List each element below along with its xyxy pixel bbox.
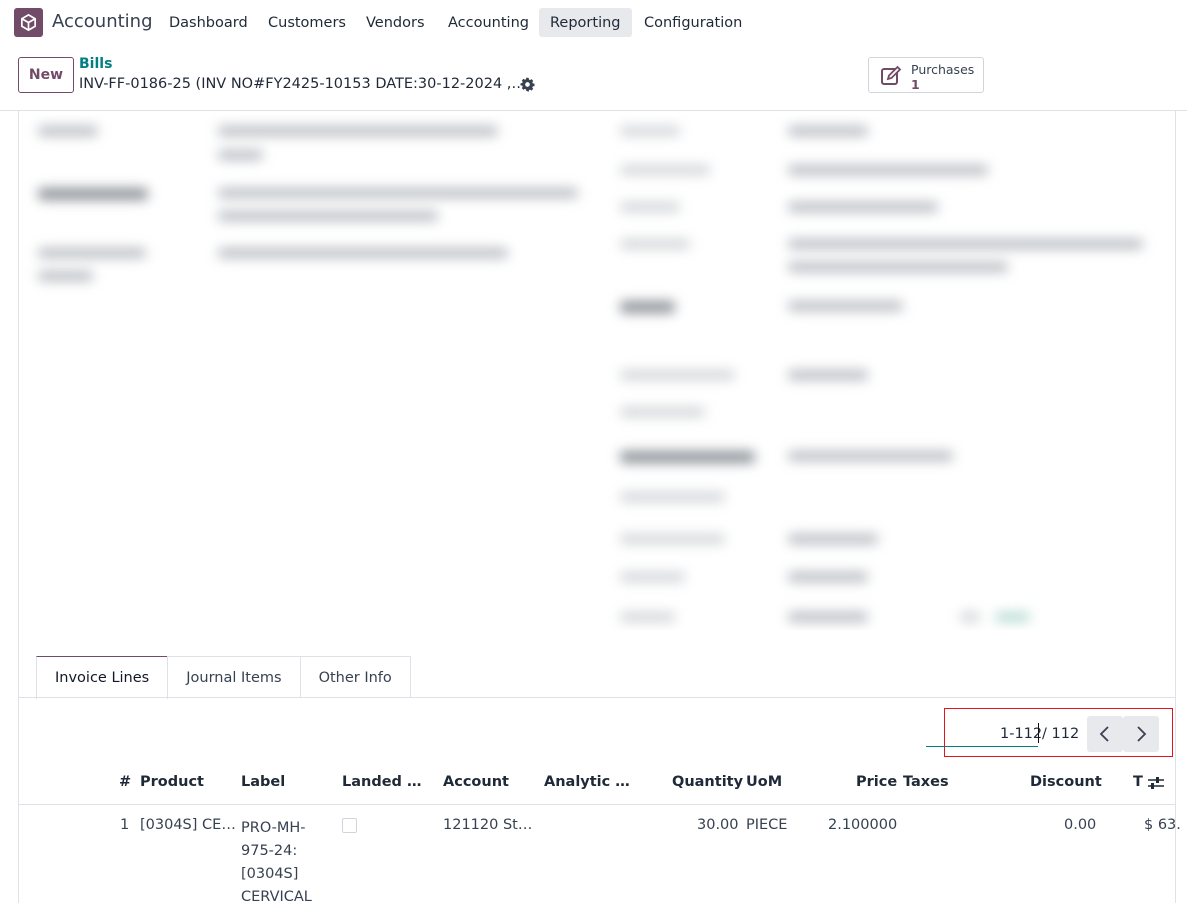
col-header-price[interactable]: Price <box>856 774 897 790</box>
gear-icon[interactable] <box>520 77 535 92</box>
col-header-discount[interactable]: Discount <box>1030 774 1102 790</box>
col-header-quantity[interactable]: Quantity <box>672 774 743 790</box>
label-line: PRO-MH- <box>241 820 306 836</box>
col-header-landed[interactable]: Landed … <box>342 774 422 790</box>
purchases-smart-button[interactable]: Purchases 1 <box>868 57 984 93</box>
landed-cost-checkbox[interactable] <box>342 818 357 833</box>
accounting-app-icon[interactable] <box>14 8 43 37</box>
menu-customers[interactable]: Customers <box>257 8 357 37</box>
col-header-label[interactable]: Label <box>241 774 285 790</box>
label-line: [0304S] <box>241 866 299 882</box>
table-header-divider <box>19 804 1175 805</box>
col-header-uom[interactable]: UoM <box>746 774 782 790</box>
col-header-taxes[interactable]: Taxes <box>903 774 949 790</box>
tabs-divider <box>19 697 1175 698</box>
redacted-form-fields <box>20 115 1174 630</box>
text-caret <box>1038 723 1039 743</box>
pager-next-button[interactable] <box>1123 716 1159 752</box>
tab-invoice-lines[interactable]: Invoice Lines <box>36 656 169 699</box>
smart-button-count: 1 <box>911 77 920 92</box>
cell-uom[interactable]: PIECE <box>746 817 787 833</box>
chevron-right-icon <box>1137 726 1147 742</box>
top-navbar: Accounting Dashboard Customers Vendors A… <box>0 0 1187 44</box>
optional-columns-icon[interactable] <box>1147 775 1165 791</box>
pager-previous-button[interactable] <box>1087 716 1123 752</box>
pager-total: / 112 <box>1042 726 1080 742</box>
app-name[interactable]: Accounting <box>52 11 153 32</box>
label-line: CERVICAL <box>241 889 312 905</box>
col-header-product[interactable]: Product <box>140 774 204 790</box>
cell-price[interactable]: 2.100000 <box>828 817 897 833</box>
menu-accounting[interactable]: Accounting <box>437 8 540 37</box>
col-header-number: # <box>119 774 132 790</box>
breadcrumb-bills[interactable]: Bills <box>79 56 112 72</box>
cell-number: 1 <box>120 817 130 833</box>
smart-button-label: Purchases <box>911 62 975 77</box>
menu-configuration[interactable]: Configuration <box>633 8 753 37</box>
cell-total: $ 63. <box>1144 817 1181 833</box>
menu-vendors[interactable]: Vendors <box>355 8 436 37</box>
menu-dashboard[interactable]: Dashboard <box>158 8 259 37</box>
pager-input-underline <box>926 746 1038 747</box>
pager-value-input[interactable]: 1-112 <box>1000 726 1042 742</box>
cell-account[interactable]: 121120 St… <box>443 817 532 833</box>
control-panel: New Bills INV-FF-0186-25 (INV NO#FY2425-… <box>0 44 1187 111</box>
sheet-left-border <box>18 111 19 903</box>
menu-reporting[interactable]: Reporting <box>539 8 632 37</box>
cell-product[interactable]: [0304S] CE… <box>140 817 236 833</box>
edit-icon <box>881 65 902 85</box>
col-header-account[interactable]: Account <box>443 774 509 790</box>
col-header-analytic[interactable]: Analytic … <box>544 774 630 790</box>
chevron-left-icon <box>1099 726 1109 742</box>
record-title: INV-FF-0186-25 (INV NO#FY2425-10153 DATE… <box>79 76 526 92</box>
col-header-total[interactable]: T <box>1133 774 1143 790</box>
sheet-right-border <box>1175 111 1176 903</box>
tab-other-info[interactable]: Other Info <box>299 656 411 698</box>
cell-quantity[interactable]: 30.00 <box>697 817 739 833</box>
cell-discount[interactable]: 0.00 <box>1064 817 1096 833</box>
new-button[interactable]: New <box>18 57 74 93</box>
tab-journal-items[interactable]: Journal Items <box>167 656 301 698</box>
label-line: 975-24: <box>241 843 298 859</box>
cell-label[interactable]: PRO-MH- 975-24: [0304S] CERVICAL <box>241 817 321 909</box>
notebook-tabs: Invoice Lines Journal Items Other Info <box>36 656 411 699</box>
